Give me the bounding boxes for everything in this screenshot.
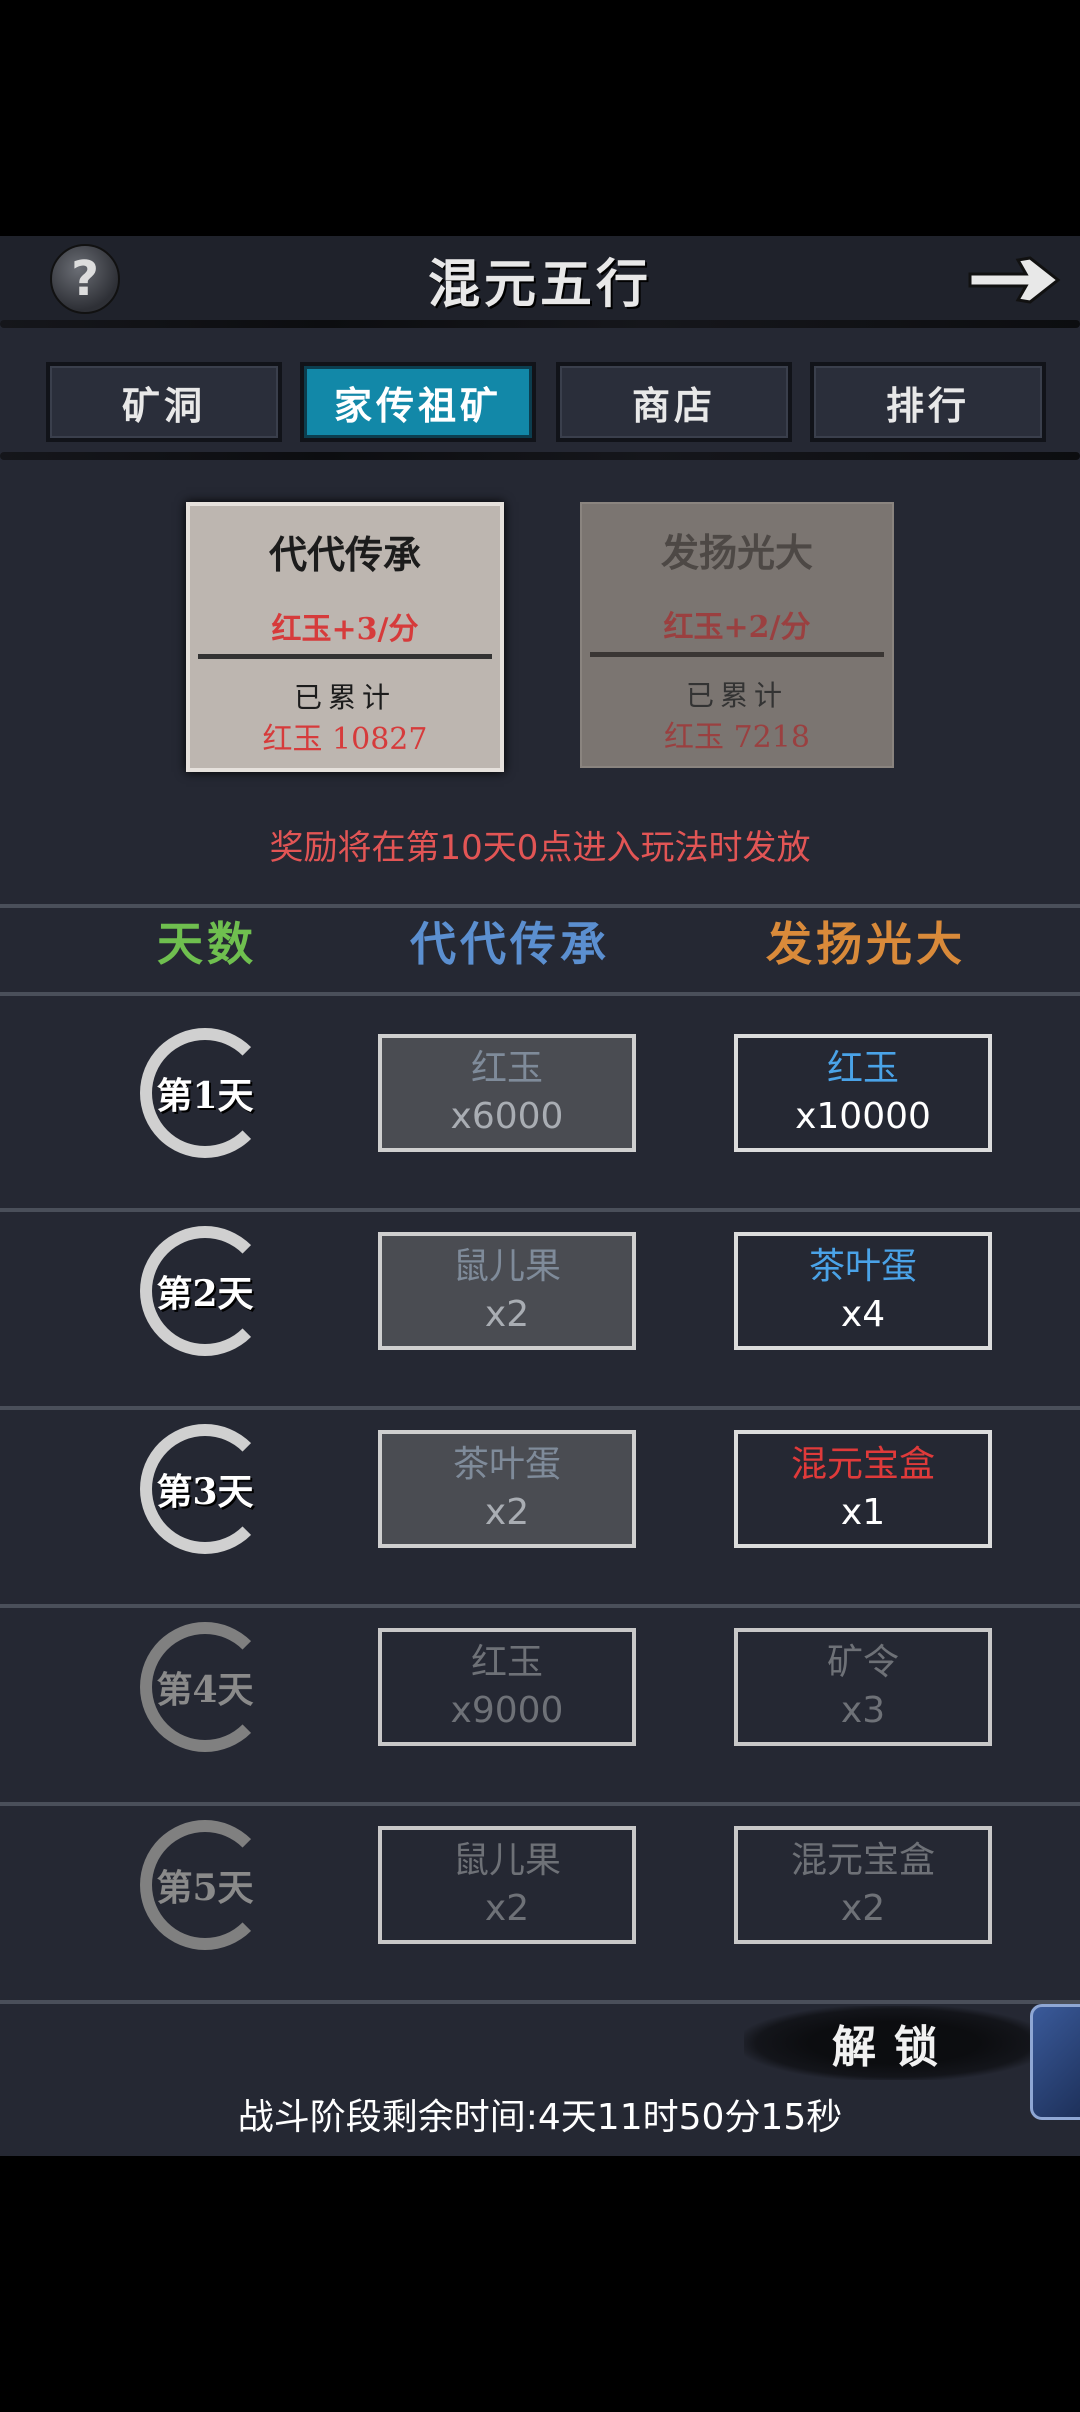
card-rate: 红玉+2/分: [663, 610, 811, 645]
column-header-prosper: 发扬光大: [766, 917, 966, 971]
reward-name: 茶叶蛋: [452, 1444, 561, 1485]
row-divider: [0, 1406, 1080, 1410]
tabs-divider: [0, 452, 1080, 460]
battle-timer: 战斗阶段剩余时间:4天11时50分15秒: [237, 2097, 843, 2138]
reward-qty: x2: [484, 1492, 530, 1533]
row-divider: [0, 1802, 1080, 1806]
row-divider: [0, 2000, 1080, 2004]
reward-notice: 奖励将在第10天0点进入玩法时发放: [269, 828, 811, 868]
forward-button[interactable]: [966, 252, 1062, 308]
reward-qty: x6000: [450, 1096, 564, 1137]
reward-name: 红玉: [826, 1048, 899, 1089]
reward-qty: x9000: [450, 1690, 564, 1731]
reward-slot-inherit[interactable]: 鼠儿果 x2: [378, 1232, 636, 1350]
reward-qty: x3: [840, 1690, 886, 1731]
reward-slot-inherit[interactable]: 茶叶蛋 x2: [378, 1430, 636, 1548]
card-accumulated-label: 已累计: [685, 679, 788, 712]
day-badge: 第5天: [140, 1820, 270, 1950]
card-total: 红玉 10827: [262, 722, 428, 757]
reward-qty: x4: [840, 1294, 886, 1335]
unlock-button[interactable]: 解锁: [744, 2006, 1044, 2080]
reward-name: 混元宝盒: [790, 1444, 935, 1485]
arrow-right-icon: [968, 256, 1061, 304]
tab-ranking[interactable]: 排行: [810, 362, 1046, 442]
column-header-day: 天数: [157, 917, 257, 971]
reward-slot-inherit[interactable]: 红玉 x6000: [378, 1034, 636, 1152]
tab-shop[interactable]: 商店: [556, 362, 792, 442]
row-divider: [0, 1604, 1080, 1608]
reward-slot-inherit[interactable]: 鼠儿果 x2: [378, 1826, 636, 1944]
reward-qty: x2: [484, 1888, 530, 1929]
page-title: 混元五行: [427, 253, 652, 315]
reward-name: 鼠儿果: [452, 1246, 561, 1287]
reward-card-inherit[interactable]: 代代传承 红玉+3/分 已累计 红玉 10827: [186, 502, 504, 772]
reward-name: 红玉: [470, 1048, 543, 1089]
reward-slot-prosper[interactable]: 混元宝盒 x2: [734, 1826, 992, 1944]
divider: [0, 992, 1080, 996]
card-title: 发扬光大: [660, 531, 813, 575]
reward-slot-prosper[interactable]: 红玉 x10000: [734, 1034, 992, 1152]
main-panel: ? 混元五行 矿洞 家传祖矿 商店 排行 代代传承 红玉+3/分 已累计 红玉 …: [0, 236, 1080, 2156]
card-divider: [198, 654, 492, 659]
tab-ancestral-mine[interactable]: 家传祖矿: [300, 362, 536, 442]
card-total: 红玉 7218: [664, 720, 810, 755]
card-accumulated-label: 已累计: [293, 681, 396, 714]
card-rate: 红玉+3/分: [271, 612, 419, 647]
reward-slot-inherit[interactable]: 红玉 x9000: [378, 1628, 636, 1746]
reward-name: 矿令: [826, 1642, 899, 1683]
reward-name: 混元宝盒: [790, 1840, 935, 1881]
reward-qty: x2: [484, 1294, 530, 1335]
tab-mine-cave[interactable]: 矿洞: [46, 362, 282, 442]
reward-slot-prosper[interactable]: 矿令 x3: [734, 1628, 992, 1746]
reward-name: 茶叶蛋: [808, 1246, 917, 1287]
reward-name: 红玉: [470, 1642, 543, 1683]
row-divider: [0, 1208, 1080, 1212]
day-badge: 第1天: [140, 1028, 270, 1158]
card-title: 代代传承: [268, 533, 421, 577]
reward-qty: x2: [840, 1888, 886, 1929]
header-divider: [0, 320, 1080, 328]
reward-card-prosper[interactable]: 发扬光大 红玉+2/分 已累计 红玉 7218: [580, 502, 894, 768]
day-badge: 第4天: [140, 1622, 270, 1752]
card-divider: [590, 652, 884, 657]
reward-name: 鼠儿果: [452, 1840, 561, 1881]
column-header-inherit: 代代传承: [410, 917, 610, 971]
reward-slot-prosper[interactable]: 茶叶蛋 x4: [734, 1232, 992, 1350]
reward-qty: x1: [840, 1492, 886, 1533]
reward-slot-prosper[interactable]: 混元宝盒 x1: [734, 1430, 992, 1548]
reward-qty: x10000: [795, 1096, 931, 1137]
day-badge: 第2天: [140, 1226, 270, 1356]
day-badge: 第3天: [140, 1424, 270, 1554]
